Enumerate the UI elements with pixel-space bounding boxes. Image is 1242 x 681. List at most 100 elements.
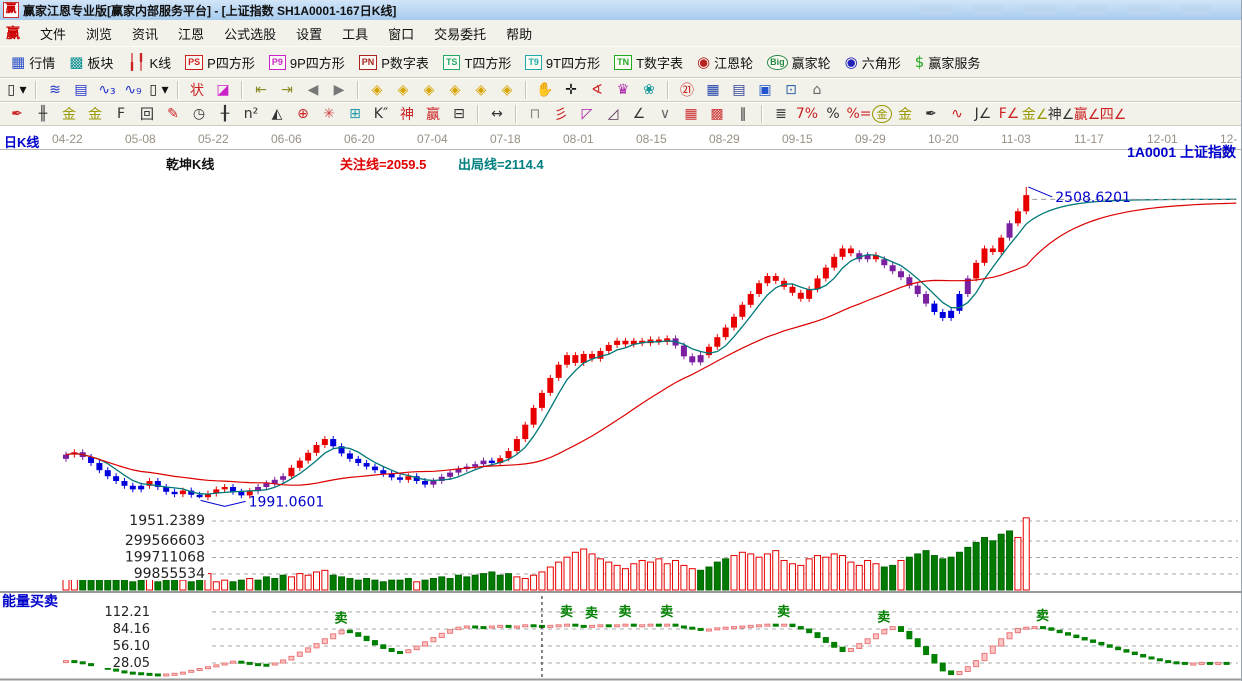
menu-item-4[interactable]: 公式选股 (214, 21, 286, 46)
dark-fan-tool-icon[interactable]: ◿ (600, 103, 626, 125)
toolbar-button-winner-service[interactable]: $ 赢家服务 (908, 50, 988, 75)
toolbar-button-kline[interactable]: ╽╿ K线 (120, 50, 178, 75)
f-angle-tool-icon[interactable]: F∠ (996, 103, 1022, 125)
pct7-tool-icon[interactable]: 7% (794, 103, 820, 125)
prev-button-icon[interactable]: ◀ (300, 79, 326, 101)
menu-item-7[interactable]: 窗口 (378, 21, 424, 46)
wave-icon-icon[interactable]: ≋ (42, 79, 68, 101)
frame-tool-icon[interactable]: ⊓ (522, 103, 548, 125)
next-button-icon[interactable]: ▶ (326, 79, 352, 101)
toolbar-button-t-square[interactable]: TS T四方形 (436, 50, 518, 75)
purple-fan-tool-icon[interactable]: ◸ (574, 103, 600, 125)
spiral-tool-icon[interactable]: 回 (134, 103, 160, 125)
save-button-icon[interactable]: ▣ (752, 79, 778, 101)
menu-item-2[interactable]: 资讯 (122, 21, 168, 46)
9t-square-icon: T9 (525, 54, 542, 70)
gold-levels-tool-icon[interactable]: 金 (892, 103, 918, 125)
chart-area[interactable]: 04-22 05-08 05-22 06-06 06-20 07-04 07-18 08-01… (0, 126, 1241, 681)
notes-button-icon[interactable]: ▤ (726, 79, 752, 101)
chart-icon-icon[interactable]: ◪ (210, 79, 236, 101)
center-diamond-icon[interactable]: ◈ (468, 79, 494, 101)
flag-pen-tool-icon[interactable]: ✒ (918, 103, 944, 125)
full-diamond-icon[interactable]: ◈ (494, 79, 520, 101)
hand-tool-icon[interactable]: ✋ (532, 79, 558, 101)
menu-item-0[interactable]: 文件 (30, 21, 76, 46)
toolbar-button-winner-wheel[interactable]: Big 赢家轮 (760, 50, 838, 75)
pct-eq-tool-icon[interactable]: %= (846, 103, 872, 125)
magic-tool-icon[interactable]: ♛ (610, 79, 636, 101)
p-table-icon: PN (358, 54, 378, 70)
wave9-icon-icon[interactable]: ∿₉ (120, 79, 146, 101)
pen-tool-icon[interactable]: ✒ (4, 103, 30, 125)
width-tool-icon[interactable]: ↔ (484, 103, 510, 125)
brain-tool-icon[interactable]: ❀ (636, 79, 662, 101)
menu-item-6[interactable]: 工具 (332, 21, 378, 46)
gold-circle-tool-icon[interactable]: 金 (872, 105, 892, 123)
crosshair-tool-icon[interactable]: ✛ (558, 79, 584, 101)
winner-wheel-icon: Big (767, 54, 788, 70)
red-fan-tool-icon[interactable]: 彡 (548, 103, 574, 125)
four-angle-tool-icon[interactable]: 四∠ (1100, 103, 1127, 125)
star-web-tool-icon[interactable]: ✳ (316, 103, 342, 125)
sectors-icon: ▩ (69, 53, 84, 71)
chart-canvas: 2508.6201 1991.0601 1951.2389 2995666031997… (0, 186, 1241, 681)
shen-tool-icon[interactable]: 神 (394, 103, 420, 125)
k-mark-tool-icon[interactable]: K″ (368, 103, 394, 125)
toolbar-button-p-table[interactable]: PN P数字表 (352, 50, 436, 75)
time-cycle-tool-icon[interactable]: ◷ (186, 103, 212, 125)
toolbar-button-p-square[interactable]: PS P四方形 (178, 50, 262, 75)
menu-item-1[interactable]: 浏览 (76, 21, 122, 46)
toolbar-button-hexagon[interactable]: ◉ 六角形 (838, 50, 908, 75)
pct-tool-icon[interactable]: % (820, 103, 846, 125)
toolbar-button-9p-square[interactable]: P9 9P四方形 (262, 50, 352, 75)
ying-tool-icon[interactable]: 赢 (420, 103, 446, 125)
computer-button-icon[interactable]: ⌂ (804, 79, 830, 101)
f-line-tool-icon[interactable]: F (108, 103, 134, 125)
compress-diamond-icon[interactable]: ◈ (442, 79, 468, 101)
toolbar-button-quotes[interactable]: ▦ 行情 (4, 50, 62, 75)
angle-line-tool-icon[interactable]: ∠ (626, 103, 652, 125)
candle-style-dropdown-icon[interactable]: ▯ ▾ (4, 79, 30, 101)
angle-tool-icon[interactable]: ∢ (584, 79, 610, 101)
ruler-tool-icon[interactable]: ⊟ (446, 103, 472, 125)
draw-pen-tool-icon[interactable]: ✎ (160, 103, 186, 125)
toolbar-button-t-table[interactable]: TN T数字表 (607, 50, 690, 75)
pattern-icon-icon[interactable]: 状 (184, 79, 210, 101)
last-page-button-icon[interactable]: ⇥ (274, 79, 300, 101)
web-grid-tool-icon[interactable]: ⊞ (342, 103, 368, 125)
shen-angle-tool-icon[interactable]: 神∠ (1048, 103, 1075, 125)
ying-angle-tool-icon[interactable]: 赢∠ (1074, 103, 1101, 125)
gann-lines-tool-icon[interactable]: ╫ (30, 103, 56, 125)
menu-item-8[interactable]: 交易委托 (424, 21, 496, 46)
gold-line-tool-icon[interactable]: 金 (56, 103, 82, 125)
wave-fit-tool-icon[interactable]: ∿ (944, 103, 970, 125)
grid-lines-tool-icon[interactable]: ╂ (212, 103, 238, 125)
bars-tool-icon[interactable]: ≣ (768, 103, 794, 125)
note-icon-icon[interactable]: ▤ (68, 79, 94, 101)
target-tool-icon[interactable]: ⊕ (290, 103, 316, 125)
red-grid-tool-icon[interactable]: ▦ (678, 103, 704, 125)
web-button-icon[interactable]: ⊡ (778, 79, 804, 101)
zoom-right-diamond-icon[interactable]: ◈ (390, 79, 416, 101)
gold-line2-tool-icon[interactable]: 金 (82, 103, 108, 125)
j-angle-tool-icon[interactable]: J∠ (970, 103, 996, 125)
menu-item-5[interactable]: 设置 (286, 21, 332, 46)
toolbar-button-gann-wheel[interactable]: ◉ 江恩轮 (690, 50, 760, 75)
zoom-left-diamond-icon[interactable]: ◈ (364, 79, 390, 101)
menu-item-9[interactable]: 帮助 (496, 21, 542, 46)
toolbar-button-9t-square[interactable]: T9 9T四方形 (518, 50, 607, 75)
triangle-tool-icon[interactable]: ◭ (264, 103, 290, 125)
toolbar-button-sectors[interactable]: ▩ 板块 (62, 50, 120, 75)
calculator-button-icon[interactable]: ▦ (700, 79, 726, 101)
gold-angle-tool-icon[interactable]: 金∠ (1022, 103, 1049, 125)
expand-diamond-icon[interactable]: ◈ (416, 79, 442, 101)
parallel-tool-icon[interactable]: ∥ (730, 103, 756, 125)
candle-dropdown-icon[interactable]: ▯ ▾ (146, 79, 172, 101)
v-line-tool-icon[interactable]: ∨ (652, 103, 678, 125)
n2-tool-icon[interactable]: n² (238, 103, 264, 125)
wave3-icon-icon[interactable]: ∿₃ (94, 79, 120, 101)
menu-item-3[interactable]: 江恩 (168, 21, 214, 46)
first-page-button-icon[interactable]: ⇤ (248, 79, 274, 101)
calendar-button-icon[interactable]: ㉑ (674, 79, 700, 101)
red-grid2-tool-icon[interactable]: ▩ (704, 103, 730, 125)
